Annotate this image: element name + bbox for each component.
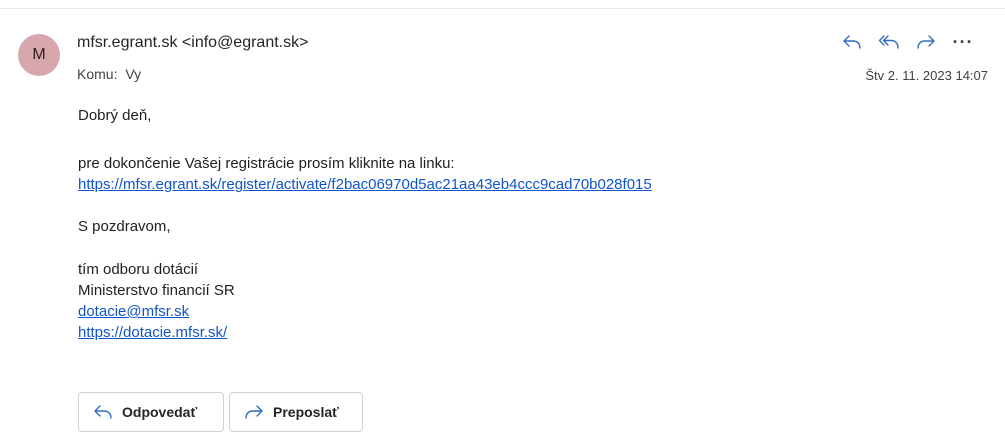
reply-button[interactable]: [836, 30, 868, 54]
signature-website-link[interactable]: https://dotacie.mfsr.sk/: [78, 324, 227, 341]
reply-footer-label: Odpovedať: [122, 404, 198, 420]
more-actions-button[interactable]: ···: [947, 30, 979, 54]
greeting: Dobrý deň,: [78, 107, 152, 124]
forward-footer-button[interactable]: Preposlať: [229, 392, 363, 432]
message-date: Štv 2. 11. 2023 14:07: [865, 68, 988, 83]
forward-icon: [244, 404, 264, 420]
signature-team: tím odboru dotácií: [78, 261, 199, 278]
closing: S pozdravom,: [78, 218, 171, 235]
reply-all-button[interactable]: [873, 30, 905, 54]
sender[interactable]: mfsr.egrant.sk <info@egrant.sk>: [77, 34, 308, 52]
recipient-value[interactable]: Vy: [125, 66, 141, 82]
instruction-text: pre dokončenie Vašej registrácie prosím …: [78, 155, 455, 172]
avatar-letter: M: [32, 46, 46, 63]
signature-website-row: https://dotacie.mfsr.sk/: [78, 323, 227, 343]
activation-link[interactable]: https://mfsr.egrant.sk/register/activate…: [78, 176, 652, 193]
signature-email-link[interactable]: dotacie@mfsr.sk: [78, 303, 189, 320]
reply-footer-button[interactable]: Odpovedať: [78, 392, 224, 432]
activation-link-row: https://mfsr.egrant.sk/register/activate…: [78, 175, 652, 195]
signature-ministry: Ministerstvo financií SR: [78, 282, 235, 299]
reply-icon: [843, 35, 861, 49]
forward-button[interactable]: [910, 30, 942, 54]
message-actions: ···: [836, 30, 979, 54]
more-icon: ···: [952, 31, 974, 52]
recipient-line: Komu: Vy: [77, 66, 141, 82]
signature-email-row: dotacie@mfsr.sk: [78, 302, 189, 322]
avatar[interactable]: M: [18, 34, 60, 76]
header-divider: [0, 8, 1005, 9]
forward-footer-label: Preposlať: [273, 404, 339, 420]
forward-icon: [917, 35, 935, 49]
recipient-label: Komu:: [77, 66, 118, 82]
reply-all-icon: [878, 35, 899, 49]
reply-icon: [93, 404, 113, 420]
